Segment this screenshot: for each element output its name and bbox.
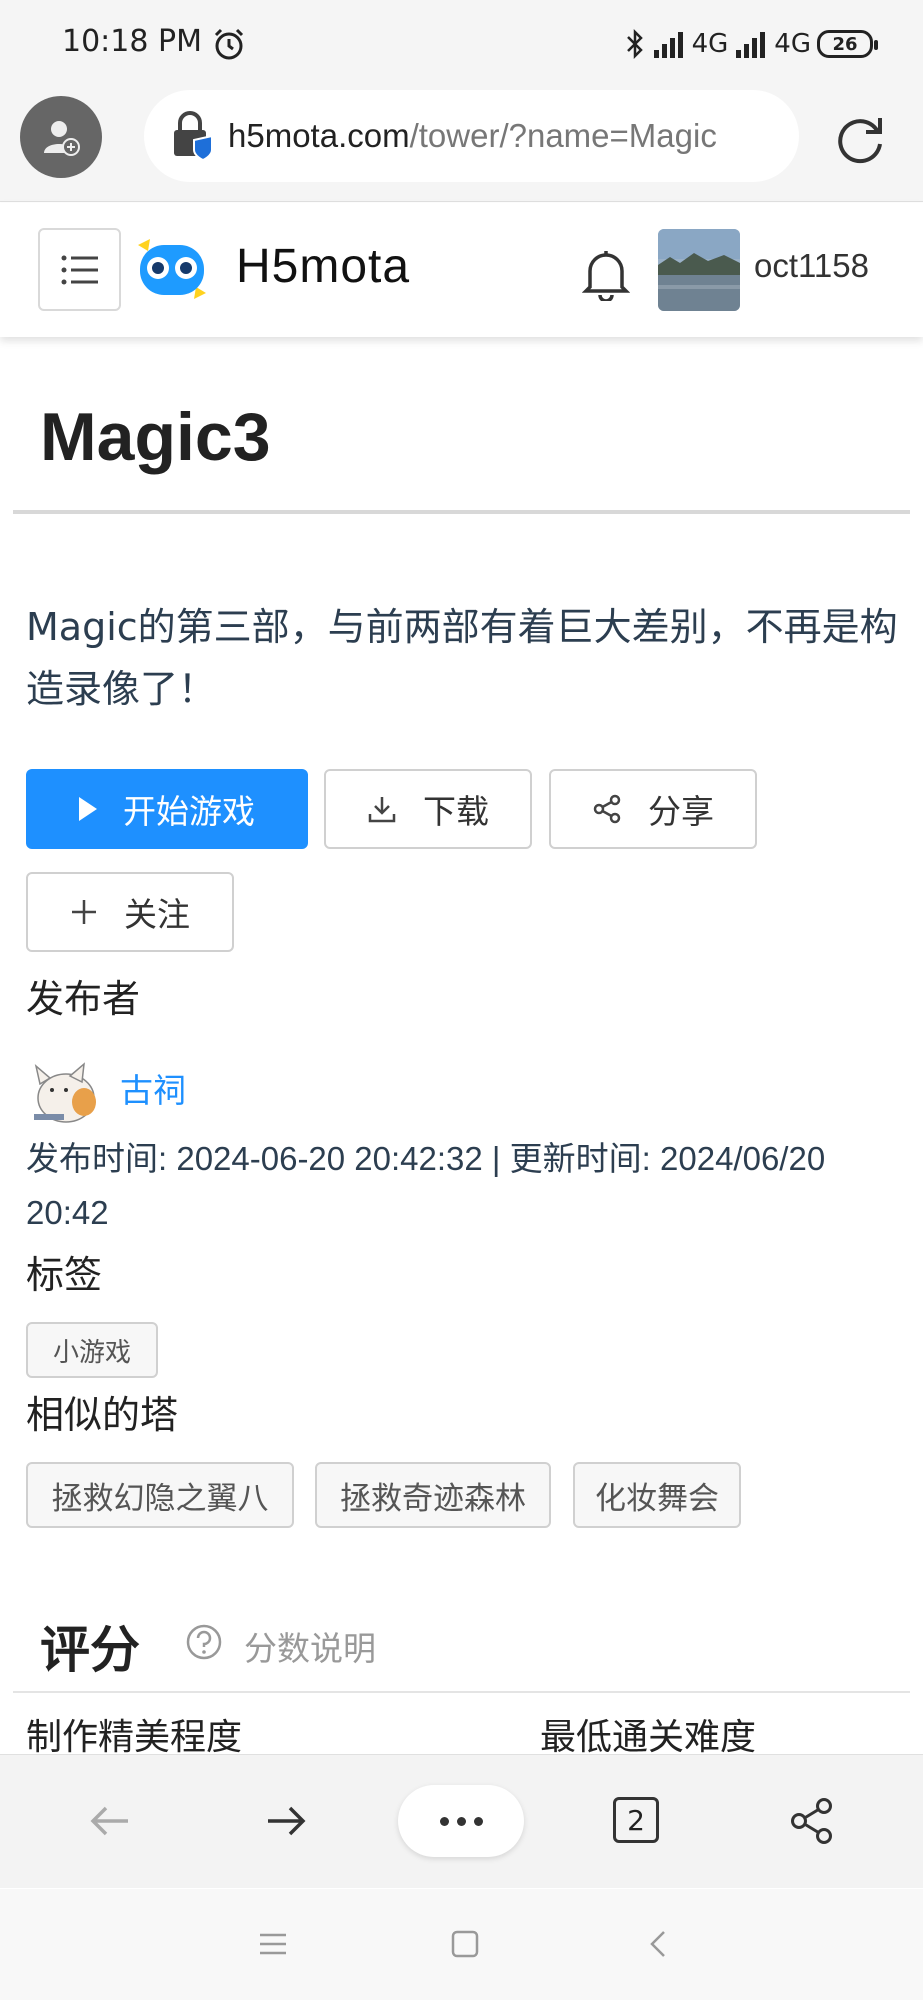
share-label: 分享: [648, 792, 714, 831]
rating-heading: 评分: [40, 1621, 140, 1679]
network-type-1: 4G: [691, 29, 729, 59]
rating-column-label: 制作精美程度: [26, 1717, 243, 1758]
plus-icon: [72, 900, 96, 924]
system-back-icon[interactable]: [642, 1927, 676, 1961]
status-icons: 4G 4G 26: [624, 28, 878, 60]
play-icon: [79, 797, 97, 821]
tower-description: Magic的第三部，与前两部有着巨大差别，不再是构造录像了！: [26, 605, 898, 711]
download-label: 下载: [423, 792, 489, 831]
share-button[interactable]: 分享: [549, 769, 757, 849]
start-game-button[interactable]: 开始游戏: [26, 769, 308, 849]
share-icon: [593, 794, 621, 824]
similar-tower-chip[interactable]: 拯救奇迹森林: [315, 1462, 551, 1528]
publish-meta: 发布时间: 2024-06-20 20:42:32 | 更新时间: 2024/0…: [26, 1140, 826, 1231]
tabs-button[interactable]: 2: [613, 1797, 659, 1843]
network-type-2: 4G: [774, 29, 811, 59]
more-dot: [439, 1816, 449, 1826]
divider: [13, 510, 910, 514]
avatar-image: [658, 229, 740, 311]
divider: [13, 1691, 910, 1693]
home-icon[interactable]: [448, 1927, 482, 1961]
more-dot: [456, 1816, 466, 1826]
recent-apps-icon[interactable]: [256, 1927, 290, 1961]
profile-button[interactable]: [20, 96, 102, 178]
signal-2: 4G: [734, 29, 811, 59]
system-nav-bar: [0, 1889, 923, 2000]
status-bar: 10:18 PM 4G 4G 26: [0, 0, 923, 90]
author-avatar[interactable]: [26, 1054, 100, 1128]
battery-indicator: 26: [817, 30, 878, 58]
publisher-heading: 发布者: [26, 977, 141, 1021]
browser-toolbar: 2: [0, 1754, 923, 1888]
similar-tower-chip[interactable]: 化妆舞会: [573, 1462, 741, 1528]
notification-bell-icon[interactable]: [582, 247, 630, 301]
url-host: h5mota.com: [228, 117, 410, 154]
similar-tower-chip[interactable]: 拯救幻隐之翼八: [26, 1462, 294, 1528]
signal-bars-icon: [736, 32, 766, 58]
lock-icon: [174, 111, 213, 162]
follow-button[interactable]: 关注: [26, 872, 234, 952]
bluetooth-icon: [626, 28, 643, 60]
tag-chip[interactable]: 小游戏: [26, 1322, 158, 1378]
site-logo-icon[interactable]: [136, 237, 208, 301]
user-avatar[interactable]: [658, 229, 740, 311]
add-user-icon: [44, 121, 80, 156]
browser-url-bar: h5mota.com/tower/?name=Magic: [0, 90, 923, 202]
forward-arrow-icon[interactable]: [260, 1795, 312, 1847]
battery-level: 26: [832, 33, 858, 55]
back-arrow-icon[interactable]: [84, 1795, 136, 1847]
tags-heading: 标签: [26, 1253, 103, 1297]
status-time: 10:18 PM: [62, 24, 202, 59]
reload-icon[interactable]: [832, 110, 888, 166]
more-menu-button[interactable]: [398, 1785, 524, 1857]
signal-bars-icon: [653, 32, 683, 58]
similar-heading: 相似的塔: [26, 1393, 179, 1437]
download-icon: [368, 797, 396, 823]
url-path: /tower/?name=Magic: [409, 117, 717, 154]
alarm-icon: [214, 28, 244, 60]
download-button[interactable]: 下载: [324, 769, 532, 849]
site-logo-text[interactable]: H5mota: [236, 239, 410, 294]
follow-label: 关注: [124, 895, 190, 934]
share-icon[interactable]: [786, 1795, 838, 1847]
site-header: H5mota oct1158: [0, 203, 923, 337]
signal-1: 4G: [652, 29, 729, 59]
author-name-link[interactable]: 古祠: [120, 1064, 186, 1112]
list-menu-icon: [61, 255, 98, 284]
start-game-label: 开始游戏: [123, 792, 255, 831]
help-icon[interactable]: [185, 1623, 223, 1661]
url-text: h5mota.com/tower/?name=Magic: [228, 117, 717, 155]
username[interactable]: oct1158: [754, 247, 869, 285]
page-title: Magic3: [40, 399, 271, 475]
tab-count: 2: [627, 1803, 645, 1837]
menu-button[interactable]: [38, 228, 121, 311]
url-field[interactable]: h5mota.com/tower/?name=Magic: [144, 90, 799, 182]
rating-help-link[interactable]: 分数说明: [244, 1622, 376, 1670]
more-dot: [473, 1816, 483, 1826]
rating-column-label: 最低通关难度: [540, 1717, 757, 1758]
